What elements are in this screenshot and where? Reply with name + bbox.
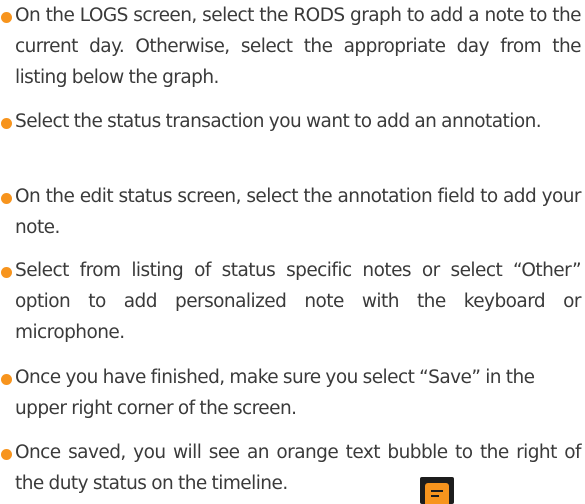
bullet-dot-icon: [1, 449, 12, 460]
bullet-dot-icon: [1, 193, 12, 204]
instruction-text: Once you have finished, make sure you se…: [15, 367, 535, 419]
bullet-dot-icon: [1, 267, 12, 278]
instruction-text: Select the status transaction you want t…: [15, 111, 542, 132]
instruction-text: On the LOGS screen, select the RODS grap…: [15, 5, 582, 88]
bullet-dot-icon: [1, 374, 12, 385]
bullet-dot-icon: [1, 118, 12, 129]
instruction-text: Once saved, you will see an orange text …: [15, 442, 582, 494]
instruction-text: Select from listing of status specific n…: [15, 260, 582, 343]
orange-text-bubble-icon: [420, 477, 454, 504]
instruction-text: On the edit status screen, select the an…: [15, 186, 582, 238]
bullet-dot-icon: [1, 12, 12, 23]
